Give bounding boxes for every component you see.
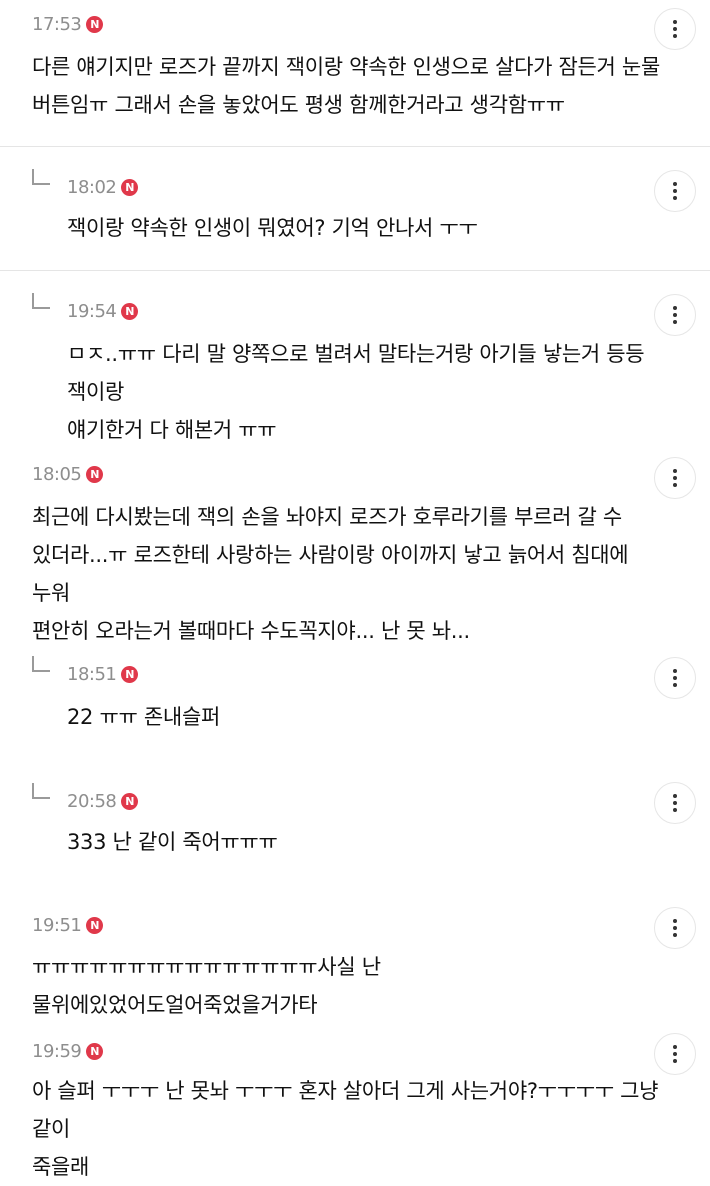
comment-text: ㅠㅠㅠㅠㅠㅠㅠㅠㅠㅠㅠㅠㅠㅠㅠ사실 난 물위에있었어도얼어죽었을거가타	[32, 955, 388, 1017]
comment-item: 18:05 N 최근에 다시봤는데 잭의 손을 놔야지 로즈가 호루라기를 부르…	[0, 452, 710, 643]
more-options-button[interactable]	[654, 907, 696, 949]
reply-item: 18:02 N 잭이랑 약속한 인생이 뭐였어? 기억 안나서 ㅜㅜ	[0, 147, 710, 270]
comment-time: 17:53	[32, 14, 82, 35]
more-options-button[interactable]	[654, 1033, 696, 1075]
comment-meta: 18:02 N	[67, 177, 139, 198]
comment-item: 19:59 N 아 슬퍼 ㅜㅜㅜ 난 못놔 ㅜㅜㅜ 혼자 살아더 그게 사는거야…	[0, 1031, 710, 1179]
reply-arrow-icon	[32, 293, 50, 309]
new-badge-icon: N	[121, 793, 139, 810]
reply-arrow-icon	[32, 783, 50, 799]
comment-time: 20:58	[67, 791, 117, 812]
more-options-button[interactable]	[654, 657, 696, 699]
comment-item: 17:53 N 다른 얘기지만 로즈가 끝까지 잭이랑 약속한 인생으로 살다가…	[0, 0, 710, 146]
more-options-button[interactable]	[654, 170, 696, 212]
reply-item: 19:54 N ㅁㅈ..ㅠㅠ 다리 말 양쪽으로 벌려서 말타는거랑 아기들 낳…	[0, 271, 710, 451]
comment-time: 18:05	[32, 464, 82, 485]
comment-meta: 19:51 N	[32, 915, 104, 936]
reply-arrow-icon	[32, 169, 50, 185]
reply-item: 18:51 N 22 ㅠㅠ 존내슬퍼	[0, 640, 710, 762]
reply-arrow-icon	[32, 656, 50, 672]
comment-meta: 19:54 N	[67, 301, 139, 322]
comment-text: 다른 얘기지만 로즈가 끝까지 잭이랑 약속한 인생으로 살다가 잠든거 눈물 …	[32, 55, 660, 117]
comment-text: 333 난 같이 죽어ㅠㅠㅠ	[67, 830, 278, 854]
new-badge-icon: N	[86, 466, 104, 483]
more-options-button[interactable]	[654, 782, 696, 824]
more-options-button[interactable]	[654, 457, 696, 499]
new-badge-icon: N	[86, 16, 104, 33]
comment-time: 18:51	[67, 664, 117, 685]
more-options-button[interactable]	[654, 8, 696, 50]
new-badge-icon: N	[121, 179, 139, 196]
reply-item: 20:58 N 333 난 같이 죽어ㅠㅠㅠ	[0, 763, 710, 903]
comment-meta: 18:05 N	[32, 464, 104, 485]
comment-time: 19:54	[67, 301, 117, 322]
comment-text: 최근에 다시봤는데 잭의 손을 놔야지 로즈가 호루라기를 부르러 갈 수 있더…	[32, 505, 629, 643]
more-options-button[interactable]	[654, 294, 696, 336]
comment-meta: 18:51 N	[67, 664, 139, 685]
comment-time: 19:59	[32, 1041, 82, 1062]
comment-text: 아 슬퍼 ㅜㅜㅜ 난 못놔 ㅜㅜㅜ 혼자 살아더 그게 사는거야?ㅜㅜㅜㅜ 그냥…	[32, 1079, 659, 1179]
comment-text: 22 ㅠㅠ 존내슬퍼	[67, 705, 220, 729]
comment-meta: 17:53 N	[32, 14, 104, 35]
new-badge-icon: N	[86, 917, 104, 934]
comment-item: 19:51 N ㅠㅠㅠㅠㅠㅠㅠㅠㅠㅠㅠㅠㅠㅠㅠ사실 난 물위에있었어도얼어죽었을…	[0, 905, 710, 1030]
comment-meta: 19:59 N	[32, 1041, 104, 1062]
comment-meta: 20:58 N	[67, 791, 139, 812]
new-badge-icon: N	[121, 666, 139, 683]
comment-time: 19:51	[32, 915, 82, 936]
comment-text: 잭이랑 약속한 인생이 뭐였어? 기억 안나서 ㅜㅜ	[67, 216, 478, 240]
comment-time: 18:02	[67, 177, 117, 198]
comment-text: ㅁㅈ..ㅠㅠ 다리 말 양쪽으로 벌려서 말타는거랑 아기들 낳는거 등등 잭이…	[67, 342, 645, 442]
new-badge-icon: N	[86, 1043, 104, 1060]
new-badge-icon: N	[121, 303, 139, 320]
